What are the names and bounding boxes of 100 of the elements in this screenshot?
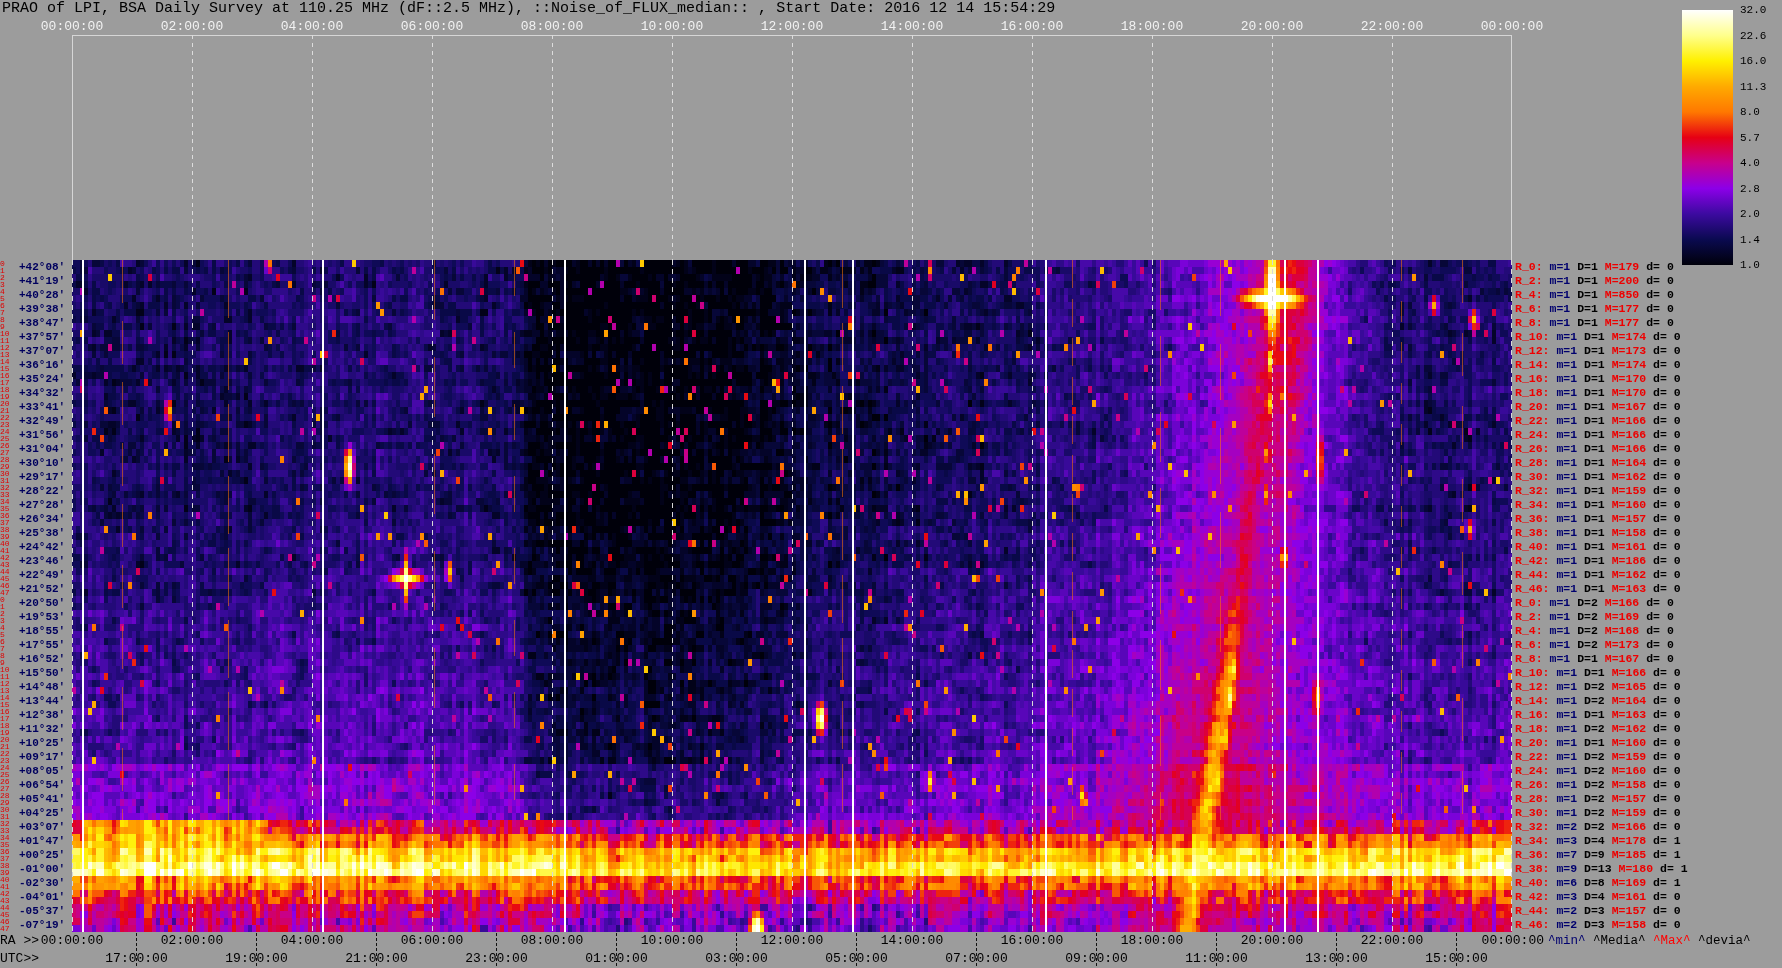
declination-label: +29°17' (19, 470, 66, 484)
scale-tick-label: 2.0 (1740, 207, 1761, 222)
ra-axis-label: 00:00:00 (1481, 932, 1544, 950)
beam-stats-label: R_18: m=1 D=2 M=162 d= 0 (1515, 722, 1681, 736)
beam-stats-label: R_18: m=1 D=1 M=170 d= 0 (1515, 386, 1681, 400)
beam-index-label: 8 (0, 652, 6, 659)
utc-axis-label: 13:00:00 (1305, 950, 1368, 968)
beam-stats-label: R_46: m=1 D=1 M=163 d= 0 (1515, 582, 1681, 596)
beam-index-label: 21 (0, 743, 11, 750)
axis-tick-mark (976, 932, 977, 968)
beam-stats-label: R_36: m=7 D=9 M=185 d= 1 (1515, 848, 1681, 862)
declination-label: +18°55' (19, 624, 66, 638)
declination-label: +25°38' (19, 526, 66, 540)
beam-index-label: 15 (0, 365, 11, 372)
declination-label: -07°19' (19, 918, 66, 932)
ra-axis-label: 06:00:00 (400, 932, 464, 950)
beam-index-label: 0 (0, 260, 6, 267)
ra-axis-title: RA >> (0, 932, 39, 950)
beam-stats-label: R_0: m=1 D=1 M=179 d= 0 (1515, 260, 1674, 274)
beam-index-label: 2 (0, 610, 6, 617)
beam-index-label: 18 (0, 386, 11, 393)
declination-label: +37°07' (19, 344, 66, 358)
beam-stats-label: R_22: m=1 D=1 M=166 d= 0 (1515, 414, 1681, 428)
beam-index-label: 30 (0, 806, 11, 813)
beam-index-label: 31 (0, 477, 11, 484)
beam-index-label: 32 (0, 484, 11, 491)
beam-index-label: 47 (0, 925, 11, 932)
beam-stats-label: R_14: m=1 D=1 M=174 d= 0 (1515, 358, 1681, 372)
declination-label: +34°32' (19, 386, 66, 400)
beam-index-label: 8 (0, 316, 6, 323)
scale-tick-label: 2.8 (1740, 181, 1761, 197)
beam-stats-label: R_28: m=1 D=1 M=164 d= 0 (1515, 456, 1681, 470)
declination-label: +19°53' (19, 610, 66, 624)
beam-index-label: 0 (0, 596, 6, 603)
utc-axis-label: 15:00:00 (1425, 950, 1488, 968)
utc-axis-label: 17:00:00 (105, 950, 168, 968)
beam-stats-label: R_32: m=1 D=1 M=159 d= 0 (1515, 484, 1681, 498)
beam-stats-label: R_34: m=1 D=1 M=160 d= 0 (1515, 498, 1681, 512)
legend-label: ^min^ (1548, 933, 1586, 950)
utc-axis-label: 21:00:00 (345, 950, 408, 968)
beam-index-label: 37 (0, 855, 11, 862)
declination-label: +35°24' (19, 372, 66, 386)
scale-tick-label: 22.6 (1740, 28, 1767, 44)
beam-index-label: 2 (0, 274, 6, 281)
beam-index-label: 26 (0, 778, 11, 785)
declination-label: +00°25' (19, 848, 66, 862)
beam-index-label: 39 (0, 869, 11, 876)
ra-axis-label: 04:00:00 (280, 932, 344, 950)
axis-tick-mark (1336, 932, 1337, 968)
beam-stats-label: R_28: m=1 D=2 M=157 d= 0 (1515, 792, 1681, 806)
beam-index-label: 27 (0, 449, 11, 456)
beam-stats-label: R_42: m=3 D=4 M=161 d= 0 (1515, 890, 1681, 904)
declination-label: +26°34' (19, 512, 66, 526)
declination-label: +09°17' (19, 750, 66, 764)
beam-index-label: 22 (0, 750, 11, 757)
declination-label: -05°37' (19, 904, 66, 918)
beam-index-label: 46 (0, 918, 11, 925)
beam-index-label: 42 (0, 554, 11, 561)
declination-label: +03°07' (19, 820, 66, 834)
ra-axis-label: 14:00:00 (880, 932, 944, 950)
beam-index-label: 17 (0, 379, 11, 386)
ra-axis-label: 20:00:00 (1240, 18, 1304, 35)
beam-index-label: 19 (0, 729, 11, 736)
beam-index-label: 45 (0, 911, 11, 918)
declination-label: +28°22' (19, 484, 66, 498)
ra-axis-label: 00:00:00 (40, 18, 104, 35)
beam-index-label: 21 (0, 407, 11, 414)
beam-stats-label: R_8: m=1 D=1 M=167 d= 0 (1515, 652, 1674, 666)
beam-stats-label: R_4: m=1 D=2 M=168 d= 0 (1515, 624, 1674, 638)
ra-axis-label: 08:00:00 (520, 18, 584, 35)
beam-index-label: 38 (0, 862, 11, 869)
beam-index-label: 5 (0, 295, 6, 302)
scale-tick-label: 11.3 (1740, 79, 1767, 95)
beam-index-label: 27 (0, 785, 11, 792)
utc-axis-label: 23:00:00 (465, 950, 528, 968)
beam-stats-label: R_44: m=2 D=3 M=157 d= 0 (1515, 904, 1681, 918)
beam-index-label: 29 (0, 799, 11, 806)
beam-stats-label: R_26: m=1 D=2 M=158 d= 0 (1515, 778, 1681, 792)
beam-index-label: 31 (0, 813, 11, 820)
beam-stats-label: R_6: m=1 D=1 M=177 d= 0 (1515, 302, 1674, 316)
beam-index-label: 46 (0, 582, 11, 589)
beam-index-label: 42 (0, 890, 11, 897)
declination-label: +39°38' (19, 302, 66, 316)
ra-axis-label: 20:00:00 (1240, 932, 1304, 950)
beam-stats-label: R_2: m=1 D=1 M=200 d= 0 (1515, 274, 1674, 288)
beam-stats-label: R_38: m=9 D=13 M=180 d= 1 (1515, 862, 1688, 876)
legend-label: ^devia^ (1698, 933, 1751, 950)
beam-index-label: 10 (0, 666, 11, 673)
beam-index-label: 36 (0, 848, 11, 855)
beam-stats-label: R_20: m=1 D=1 M=160 d= 0 (1515, 736, 1681, 750)
beam-index-label: 22 (0, 414, 11, 421)
declination-label: +12°38' (19, 708, 66, 722)
beam-index-label: 23 (0, 421, 11, 428)
beam-index-label: 28 (0, 456, 11, 463)
declination-label: -02°30' (19, 876, 66, 890)
axis-tick-mark (1096, 932, 1097, 968)
declination-label: +23°46' (19, 554, 66, 568)
beam-stats-label: R_40: m=1 D=1 M=161 d= 0 (1515, 540, 1681, 554)
declination-label: +13°44' (19, 694, 66, 708)
beam-index-label: 10 (0, 330, 11, 337)
